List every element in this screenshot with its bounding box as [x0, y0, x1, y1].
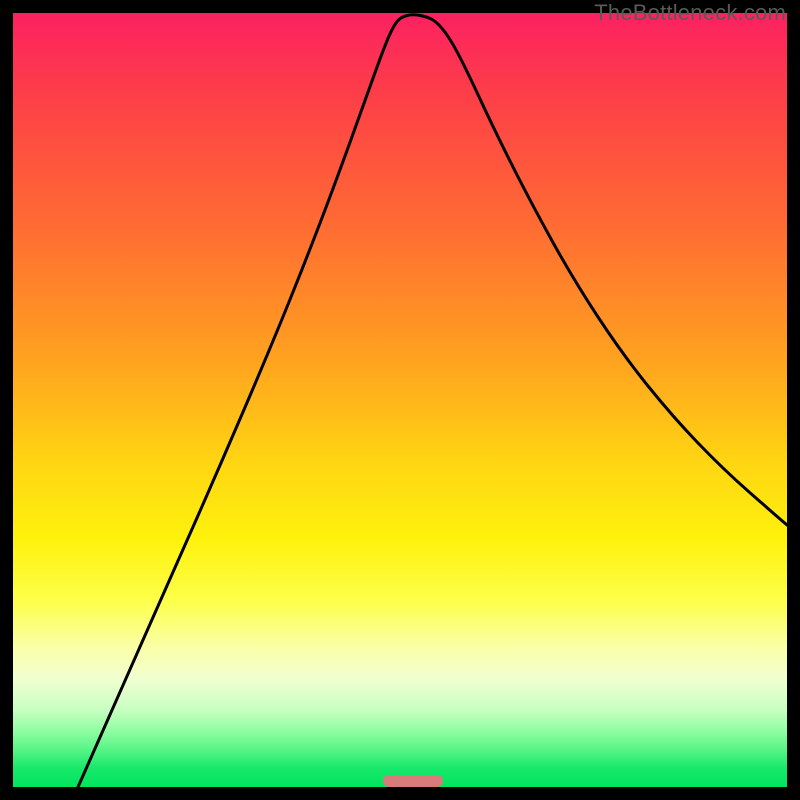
bottleneck-curve — [13, 13, 787, 787]
watermark-text: TheBottleneck.com — [594, 0, 786, 26]
plot-area — [13, 13, 787, 787]
optimal-range-marker — [383, 775, 443, 787]
chart-frame: TheBottleneck.com — [0, 0, 800, 800]
